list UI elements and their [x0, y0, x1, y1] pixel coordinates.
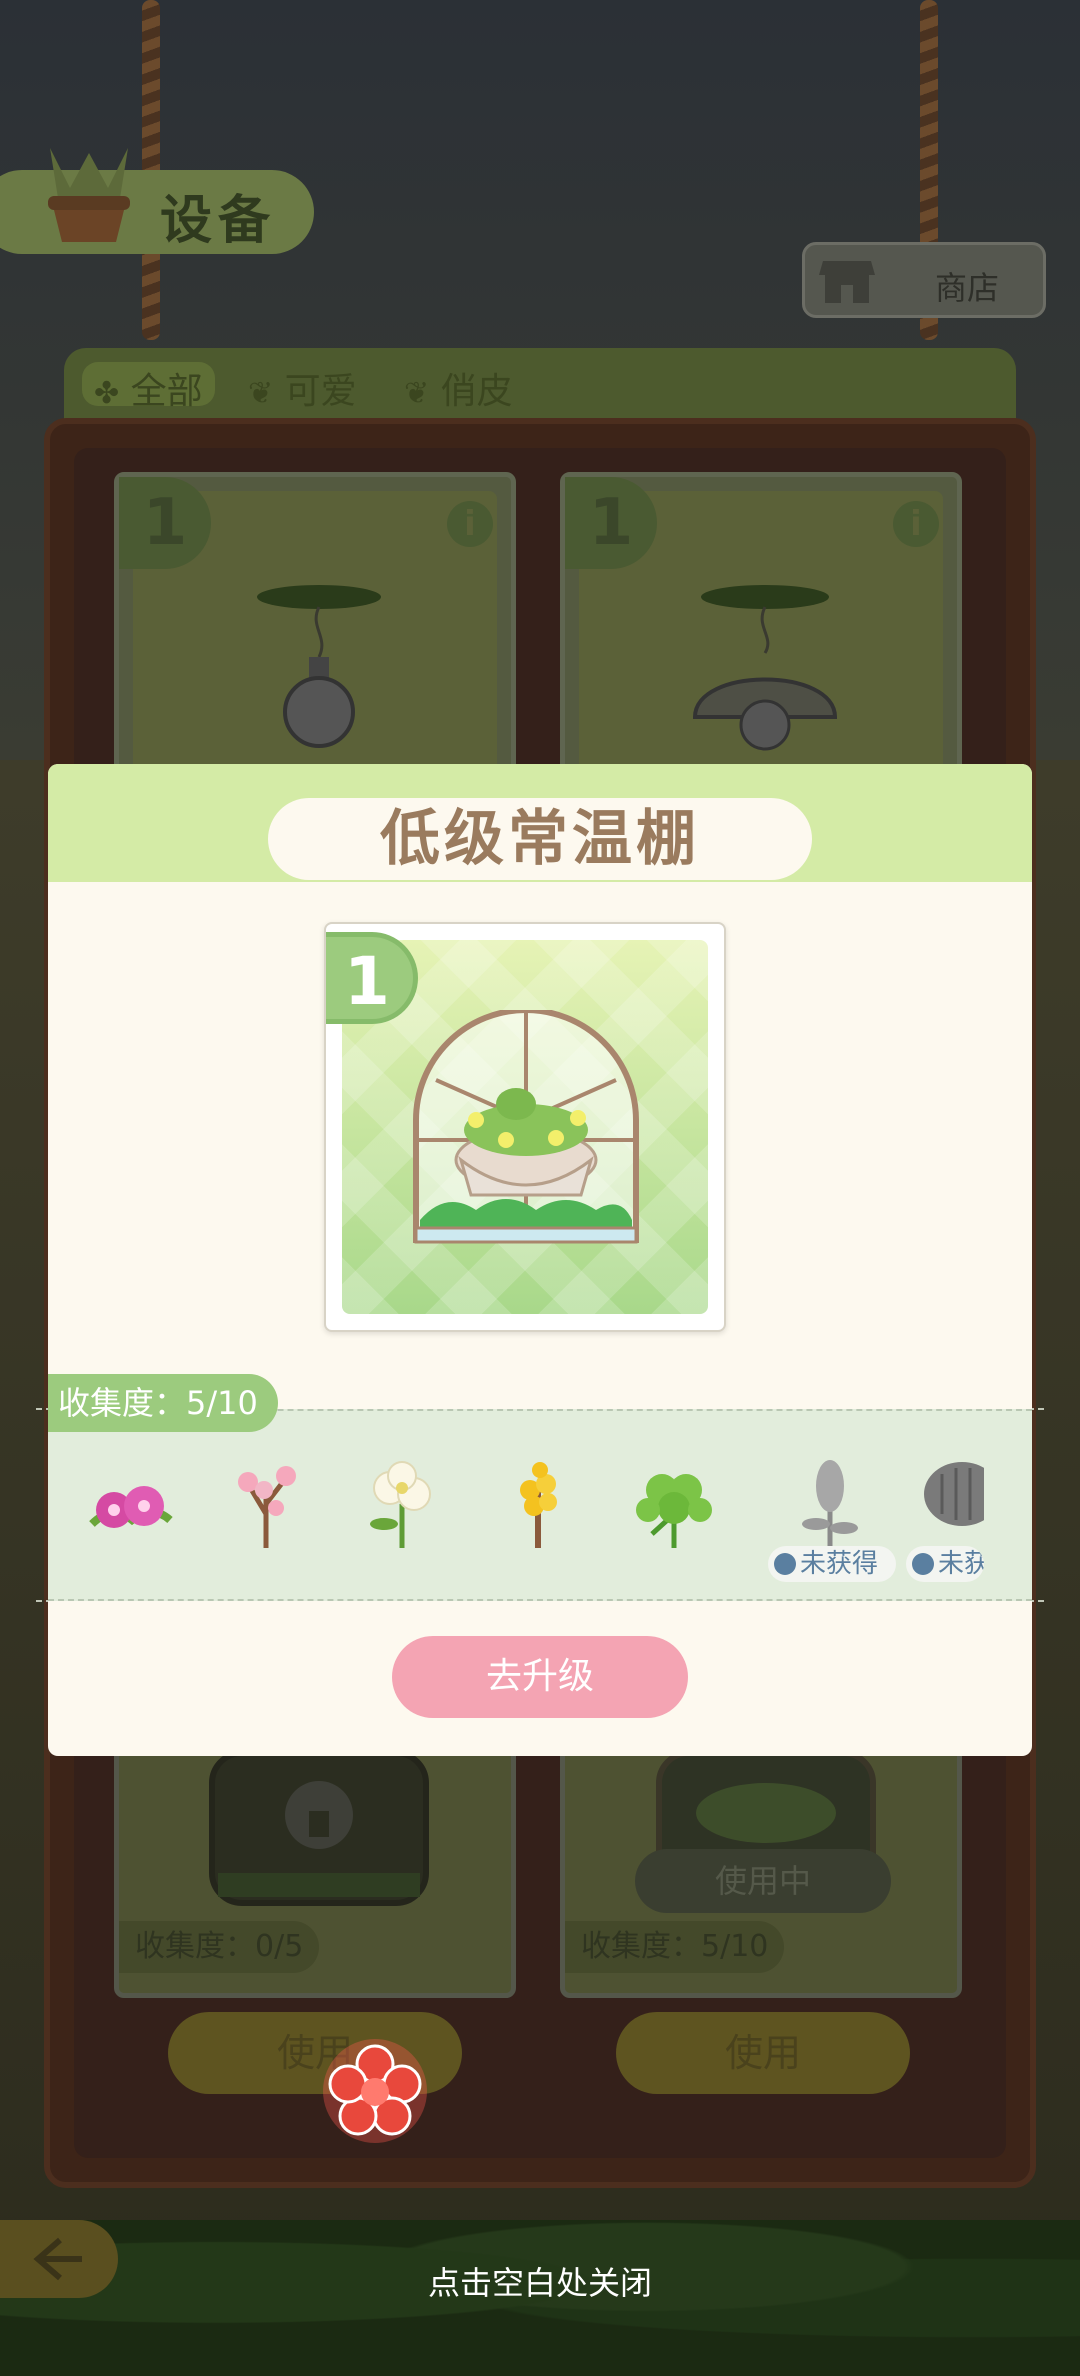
tab-all[interactable]: ✤ 全部 — [82, 362, 215, 412]
cherry-icon: ❦ — [404, 376, 430, 411]
cactus-icon[interactable] — [922, 1454, 984, 1550]
collection-progress: 收集度：5/10 — [565, 1921, 785, 1973]
filter-tabs: ✤ 全部 ❦ 可爱 ❦ 俏皮 — [64, 348, 1016, 420]
greenhouse-icon — [413, 1010, 639, 1244]
tab-cute[interactable]: ❦ 可爱 — [248, 362, 357, 412]
equipment-card-lower[interactable]: 使用中 收集度：5/10 — [560, 1748, 962, 1998]
in-use-badge: 使用中 — [635, 1849, 891, 1913]
info-icon[interactable]: i — [893, 501, 939, 547]
pink-flower-icon[interactable] — [82, 1454, 178, 1550]
locked-tag-label: 未获得 — [800, 1549, 879, 1579]
cherry-icon: ❦ — [248, 376, 274, 411]
locked-tag: 未获得 — [768, 1546, 896, 1582]
equipment-detail-modal: 低级常温棚 1 收集度：5/10 未获得 未获 去升级 — [48, 764, 1032, 1756]
yellow-flower-icon[interactable] — [490, 1454, 586, 1550]
collection-progress: 收集度：5/10 — [48, 1374, 278, 1432]
modal-title: 低级常温棚 — [268, 798, 812, 880]
shop-icon — [819, 261, 875, 303]
clover-icon: ✤ — [94, 376, 120, 411]
clover-icon[interactable] — [626, 1454, 722, 1550]
cherry-blossom-icon[interactable] — [218, 1454, 314, 1550]
lamp-planter-icon — [692, 585, 838, 751]
info-icon[interactable]: i — [447, 501, 493, 547]
tab-playful[interactable]: ❦ 俏皮 — [404, 362, 513, 412]
tab-cute-label: 可爱 — [284, 371, 357, 412]
equipment-card-lower[interactable]: 收集度：0/5 — [114, 1748, 516, 1998]
collection-progress: 收集度：0/5 — [119, 1921, 320, 1973]
locked-tag-label: 未获 — [938, 1549, 984, 1579]
equipment-image-card: 1 — [324, 922, 726, 1332]
potted-plant-icon — [48, 148, 130, 242]
upgrade-button[interactable]: 去升级 — [392, 1636, 688, 1718]
tab-playful-label: 俏皮 — [440, 371, 513, 412]
locked-greenhouse-icon — [209, 1753, 429, 1906]
tab-all-label: 全部 — [130, 371, 203, 412]
locked-tag: 未获 — [906, 1546, 984, 1582]
lock-icon — [774, 1553, 796, 1575]
use-button[interactable]: 使用 — [616, 2012, 910, 2094]
shop-label: 商店 — [935, 269, 1000, 307]
level-badge: 1 — [326, 932, 418, 1024]
lightbulb-planter-icon — [257, 585, 381, 748]
page-title: 设备 — [160, 191, 277, 251]
shop-button[interactable]: 商店 — [802, 242, 1046, 318]
lavender-icon[interactable] — [790, 1454, 870, 1550]
lock-icon — [912, 1553, 934, 1575]
white-flower-icon[interactable] — [354, 1454, 450, 1550]
close-hint[interactable]: 点击空白处关闭 — [0, 2258, 1080, 2304]
level-badge: 1 — [119, 477, 211, 569]
sparkle-flower-icon — [323, 2039, 427, 2143]
level-number: 1 — [344, 943, 390, 1020]
level-badge: 1 — [565, 477, 657, 569]
